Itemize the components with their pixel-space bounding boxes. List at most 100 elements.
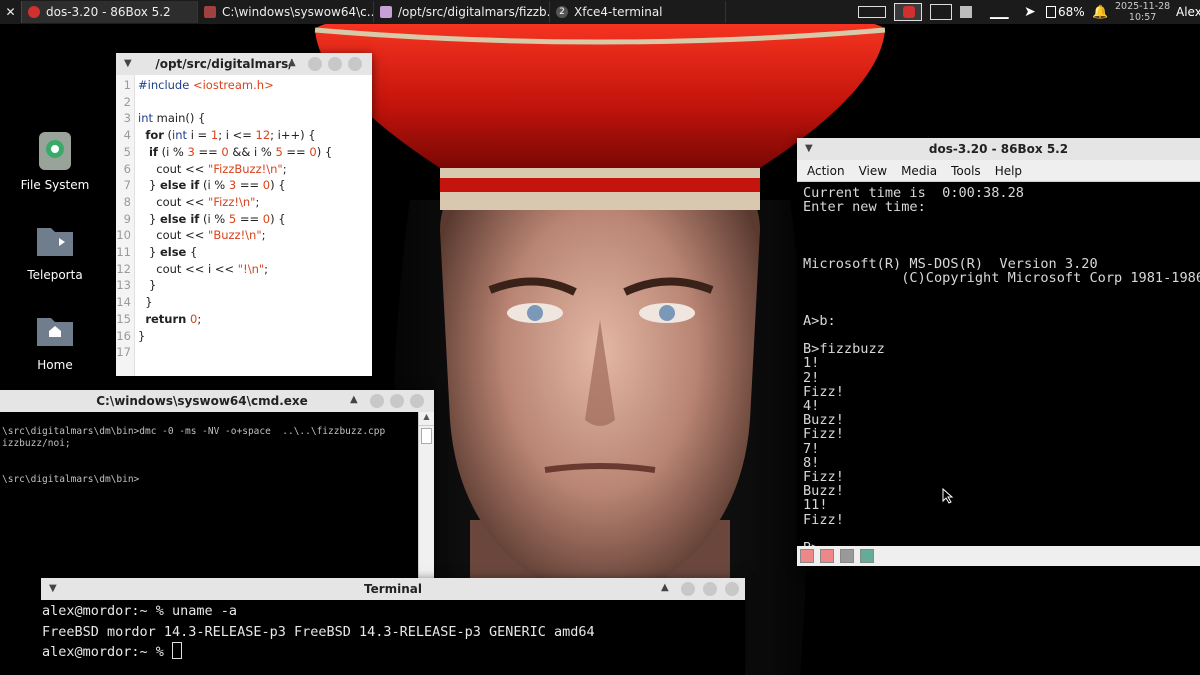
desktop-icon-label: File System xyxy=(20,178,90,192)
status-bar xyxy=(797,546,1200,566)
terminal-prompt-line: alex@mordor:~ % xyxy=(42,642,745,663)
drive-icon xyxy=(34,130,76,172)
clock[interactable]: 2025-11-28 10:57 xyxy=(1115,0,1170,24)
emulator-screen[interactable]: Current time is 0:00:38.28 Enter new tim… xyxy=(797,182,1200,555)
task-label: /opt/src/digitalmars/fizzb... xyxy=(398,5,550,19)
maximize-button[interactable] xyxy=(703,582,717,596)
line-number: 17 xyxy=(116,345,131,360)
code-line: } else if (i % 3 == 0) { xyxy=(138,178,286,193)
taskbar: ✕ dos-3.20 - 86Box 5.2 C:\windows\syswow… xyxy=(0,0,1200,24)
minimize-button[interactable] xyxy=(681,582,695,596)
window-titlebar[interactable]: ▼ Terminal ▲ xyxy=(41,578,745,600)
shade-icon[interactable]: ▲ xyxy=(661,582,669,593)
window-titlebar[interactable]: C:\windows\syswow64\cmd.exe ▲ xyxy=(0,390,434,412)
terminal-line: FreeBSD mordor 14.3-RELEASE-p3 FreeBSD 1… xyxy=(42,623,595,640)
battery-icon xyxy=(1046,6,1056,18)
workspace-3[interactable] xyxy=(930,4,952,20)
notification-bell-icon[interactable]: 🔔 xyxy=(1092,0,1108,24)
line-number: 4 xyxy=(123,128,131,143)
minimize-all-icon[interactable]: ▁▁ xyxy=(990,0,1008,24)
window-titlebar[interactable]: ▼ /opt/src/digitalmars/ ▲ xyxy=(116,53,372,75)
window-menu-icon[interactable]: ▼ xyxy=(49,583,57,594)
hard-disk-icon[interactable] xyxy=(840,549,854,563)
close-button[interactable] xyxy=(725,582,739,596)
line-number: 1 xyxy=(123,78,131,92)
minimize-button[interactable] xyxy=(308,57,322,71)
shade-icon[interactable]: ▲ xyxy=(288,57,296,68)
close-button[interactable] xyxy=(410,394,424,408)
line-number-gutter: 1 2 3 4 5 6 7 8 9 10 11 12 13 14 15 16 17 xyxy=(116,75,135,376)
send-icon[interactable]: ➤ xyxy=(1024,0,1036,24)
menu-view[interactable]: View xyxy=(859,164,887,178)
user-name[interactable]: Alex xyxy=(1176,0,1200,24)
vertical-scrollbar[interactable]: ▲ xyxy=(418,412,434,590)
sound-icon[interactable] xyxy=(860,549,874,563)
terminal-window[interactable]: ▼ Terminal ▲ alex@mordor:~ % uname -a Fre… xyxy=(41,578,745,675)
window-title: dos-3.20 - 86Box 5.2 xyxy=(928,142,1069,156)
86box-window[interactable]: ▼ dos-3.20 - 86Box 5.2 Action View Media… xyxy=(797,138,1200,566)
line-number: 16 xyxy=(116,328,131,343)
workspace-4[interactable] xyxy=(960,6,972,18)
code-line: #include <iostream.h> xyxy=(138,78,274,92)
maximize-button[interactable] xyxy=(328,57,342,71)
floppy-b-icon[interactable] xyxy=(820,549,834,563)
desktop-icon-filesystem[interactable]: File System xyxy=(10,130,100,192)
window-menu-icon[interactable]: ▼ xyxy=(124,58,132,69)
window-menu-icon[interactable]: ▼ xyxy=(805,143,813,154)
menu-bar: Action View Media Tools Help xyxy=(797,160,1200,182)
line-number: 15 xyxy=(116,311,131,326)
cmd-window[interactable]: C:\windows\syswow64\cmd.exe ▲ \src\digit… xyxy=(0,390,434,590)
task-label: dos-3.20 - 86Box 5.2 xyxy=(46,5,171,19)
desktop-icon-teleporta[interactable]: Teleporta xyxy=(10,220,100,282)
desktop-icon-home[interactable]: Home xyxy=(10,310,100,372)
menu-tools[interactable]: Tools xyxy=(951,164,981,178)
text-cursor xyxy=(172,642,183,659)
code-line: } else { xyxy=(138,245,198,260)
line-number: 12 xyxy=(116,261,131,276)
menu-action[interactable]: Action xyxy=(807,164,845,178)
code-line: cout << "Buzz!\n"; xyxy=(138,228,266,243)
window-titlebar[interactable]: ▼ dos-3.20 - 86Box 5.2 xyxy=(797,138,1200,160)
editor-body[interactable]: 1 2 3 4 5 6 7 8 9 10 11 12 13 14 15 16 17 #include <iost… xyxy=(116,75,372,376)
menu-help[interactable]: Help xyxy=(995,164,1022,178)
clock-time: 10:57 xyxy=(1128,12,1157,23)
task-button-dos[interactable]: dos-3.20 - 86Box 5.2 xyxy=(22,1,198,23)
shade-icon[interactable]: ▲ xyxy=(350,394,358,405)
close-button[interactable] xyxy=(348,57,362,71)
code-line: } xyxy=(138,295,153,310)
code-line: int main() { xyxy=(138,111,206,126)
home-folder-icon xyxy=(34,310,76,352)
task-button-terminal[interactable]: 2 Xfce4-terminal xyxy=(550,1,726,23)
menu-media[interactable]: Media xyxy=(901,164,937,178)
task-button-cmd[interactable]: C:\windows\syswow64\c... xyxy=(198,1,374,23)
close-icon[interactable]: ✕ xyxy=(0,1,22,23)
text-editor-window[interactable]: ▼ /opt/src/digitalmars/ ▲ 1 2 3 4 5 6 7 8 9 10 11 1… xyxy=(116,53,372,376)
cmd-console-output[interactable]: \src\digitalmars\dm\bin>dmc -0 -ms -NV -… xyxy=(0,412,418,590)
line-number: 2 xyxy=(123,94,131,109)
minimize-button[interactable] xyxy=(370,394,384,408)
workspace-1[interactable] xyxy=(858,6,886,18)
floppy-a-icon[interactable] xyxy=(800,549,814,563)
line-number: 6 xyxy=(123,161,131,176)
code-line: cout << "Fizz!\n"; xyxy=(138,194,260,209)
desktop-icon-label: Teleporta xyxy=(27,268,83,282)
terminal-icon: 2 xyxy=(556,6,568,18)
battery-indicator[interactable]: 68% xyxy=(1046,0,1085,24)
line-number: 5 xyxy=(123,144,131,159)
terminal-line: alex@mordor:~ % uname -a xyxy=(42,603,238,619)
clock-date: 2025-11-28 xyxy=(1115,1,1171,12)
maximize-button[interactable] xyxy=(390,394,404,408)
code-area[interactable]: #include <iostream.h> int main() { for (… xyxy=(135,75,332,376)
task-button-editor[interactable]: /opt/src/digitalmars/fizzb... xyxy=(374,1,550,23)
workspace-2[interactable] xyxy=(894,3,922,21)
scroll-up-icon[interactable]: ▲ xyxy=(419,412,434,426)
task-label: C:\windows\syswow64\c... xyxy=(222,5,374,19)
battery-percent: 68% xyxy=(1058,5,1085,19)
code-line: } xyxy=(138,278,157,293)
line-number: 8 xyxy=(123,194,131,209)
terminal-prompt: alex@mordor:~ % xyxy=(42,644,173,660)
desktop-icon-label: Home xyxy=(37,358,73,372)
scrollbar-thumb[interactable] xyxy=(421,428,432,444)
terminal-output[interactable]: alex@mordor:~ % uname -a FreeBSD mordor 1… xyxy=(41,600,745,675)
text-editor-icon xyxy=(380,6,392,18)
